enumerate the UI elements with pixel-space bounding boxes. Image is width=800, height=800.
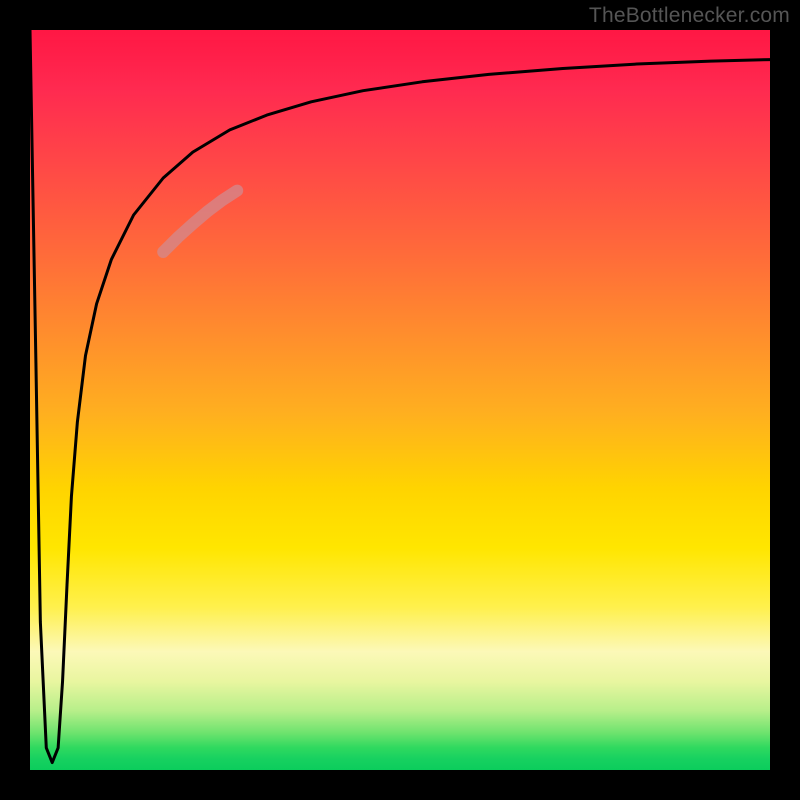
plot-area xyxy=(30,30,770,770)
watermark-text: TheBottlenecker.com xyxy=(589,4,790,28)
bottleneck-curve xyxy=(30,30,770,763)
chart-stage: TheBottlenecker.com xyxy=(0,0,800,800)
highlight-segment xyxy=(163,191,237,252)
curve-layer xyxy=(30,30,770,770)
